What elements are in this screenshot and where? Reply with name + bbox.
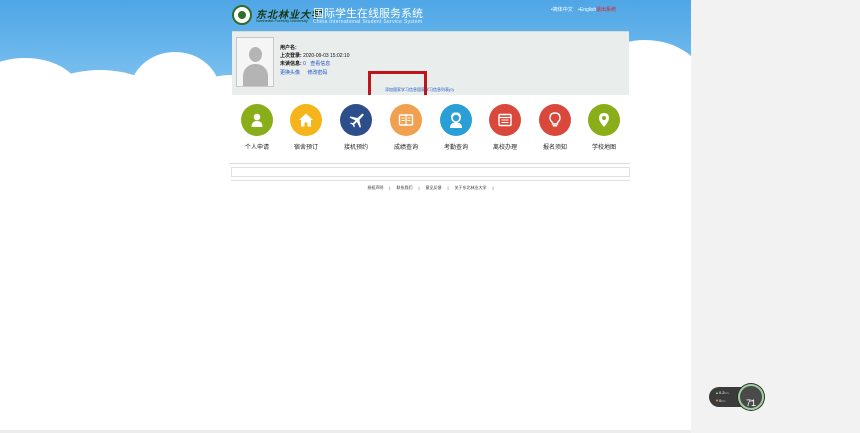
service-campus-map[interactable]: 学校地图 — [579, 104, 629, 160]
scores-icon — [390, 104, 422, 136]
service-attendance-query[interactable]: 考勤查询 — [431, 104, 481, 160]
download-speed: ▼0K/s — [715, 398, 726, 403]
service-label: 离校办理 — [492, 145, 517, 151]
airplane-icon — [340, 104, 372, 136]
service-airport-pickup[interactable]: 接机预约 — [331, 104, 381, 160]
username-row: 用户名: — [280, 44, 297, 51]
system-subtitle: China International Student Service Syst… — [313, 19, 423, 25]
leave-school-icon — [489, 104, 521, 136]
attendance-icon — [440, 104, 472, 136]
service-dorm-booking[interactable]: 宿舍预订 — [281, 104, 331, 160]
content-placeholder-bar — [231, 167, 630, 177]
service-label: 接机预约 — [343, 145, 368, 151]
university-logo-en: Northeast Forestry University — [256, 18, 308, 23]
footer-link-authorization[interactable]: 授权声明 — [367, 185, 383, 190]
lang-english-link[interactable]: •English — [578, 7, 596, 13]
network-speed-widget[interactable]: ▲0.2K/s ▼0K/s 71% — [709, 384, 764, 410]
unread-row: 未读信息: 0 查看信息 — [280, 60, 330, 67]
footer-link-feedback[interactable]: 意见反馈 — [426, 185, 442, 190]
footer-separator: | — [492, 185, 494, 190]
last-login-label: 上次登录: — [280, 53, 302, 59]
user-info-panel: 用户名: 上次登录: 2020-09-03 15:02:10 未读信息: 0 查… — [232, 31, 629, 95]
service-score-query[interactable]: 成绩查询 — [381, 104, 431, 160]
language-switcher: •简体中文 •English — [551, 6, 596, 13]
service-label: 宿舍预订 — [293, 145, 318, 151]
last-login-value: 2020-09-03 15:02:10 — [303, 53, 350, 59]
last-login-row: 上次登录: 2020-09-03 15:02:10 — [280, 52, 350, 59]
service-label: 学校地图 — [591, 145, 616, 151]
footer-separator: | — [418, 185, 420, 190]
service-personal-application[interactable]: 个人申请 — [232, 104, 282, 160]
logout-link[interactable]: 退出系统 — [596, 6, 616, 13]
browser-empty-area — [691, 0, 860, 433]
web-page: 东北林业大学 Northeast Forestry University 国际学… — [0, 0, 691, 433]
service-registration-notice[interactable]: 报名须知 — [530, 104, 580, 160]
footer-divider — [231, 180, 630, 181]
change-avatar-link[interactable]: 更换头像 — [280, 70, 300, 76]
avatar — [236, 37, 274, 87]
footer-separator: | — [447, 185, 449, 190]
service-leave-school[interactable]: 离校办理 — [480, 104, 530, 160]
username-label: 用户名: — [280, 45, 297, 51]
site-header: 东北林业大学 Northeast Forestry University 国际学… — [230, 0, 630, 31]
lightbulb-icon — [539, 104, 571, 136]
footer-link-contact[interactable]: 联系我们 — [396, 185, 412, 190]
screen: 东北林业大学 Northeast Forestry University 国际学… — [0, 0, 860, 433]
site-footer: 授权声明 | 联系我们 | 意见反馈 | 关于东北林业大学 | — [231, 185, 630, 191]
service-label: 考勤查询 — [443, 145, 468, 151]
person-icon — [241, 104, 273, 136]
university-seal-icon — [232, 5, 252, 25]
service-label: 成绩查询 — [393, 145, 418, 151]
footer-link-about[interactable]: 关于东北林业大学 — [455, 185, 487, 190]
map-pin-icon — [588, 104, 620, 136]
home-icon — [290, 104, 322, 136]
account-links-row: 更换头像 修改密码 — [280, 69, 327, 76]
lang-chinese-link[interactable]: •简体中文 — [551, 7, 573, 13]
footer-separator: | — [389, 185, 391, 190]
unread-count: 0 — [303, 61, 306, 67]
unread-label: 未读信息: — [280, 61, 302, 67]
view-messages-link[interactable]: 查看信息 — [310, 61, 330, 67]
service-menu: 个人申请 宿舍预订 接机预约 成绩查询 考勤查询 离校办理 报名须知 学校地图 — [230, 95, 630, 164]
service-label: 报名须知 — [542, 145, 567, 151]
upload-speed: ▲0.2K/s — [715, 390, 729, 395]
service-label: 个人申请 — [244, 145, 269, 151]
memory-gauge: 71% — [738, 384, 764, 410]
change-password-link[interactable]: 修改密码 — [307, 70, 327, 76]
